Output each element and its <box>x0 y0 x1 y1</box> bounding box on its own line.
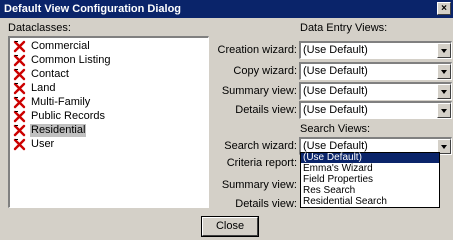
window-close-button[interactable]: × <box>437 2 451 15</box>
creation-wizard-value: (Use Default) <box>303 44 368 56</box>
chevron-down-icon[interactable] <box>437 64 451 79</box>
close-button[interactable]: Close <box>202 217 258 236</box>
red-x-icon <box>13 40 26 53</box>
list-item-label: Land <box>31 82 56 94</box>
list-item-label: Public Records <box>31 110 105 122</box>
red-x-icon <box>13 110 26 123</box>
copy-wizard-value: (Use Default) <box>303 65 368 77</box>
red-x-icon <box>13 68 26 81</box>
chevron-down-icon[interactable] <box>437 103 451 118</box>
search-summary-view-label: Summary view: <box>221 179 297 191</box>
close-icon: × <box>441 3 447 14</box>
creation-wizard-label: Creation wizard: <box>217 44 297 56</box>
list-item-label: Contact <box>31 68 69 80</box>
summary-view-value: (Use Default) <box>303 85 368 97</box>
criteria-report-label: Criteria report: <box>226 157 297 169</box>
dropdown-option[interactable]: Field Properties <box>301 175 439 185</box>
red-x-icon <box>13 82 26 95</box>
data-entry-views-heading: Data Entry Views: <box>300 22 388 34</box>
search-views-heading: Search Views: <box>300 123 371 135</box>
list-item-label: Residential <box>30 124 87 137</box>
list-item-label: Multi-Family <box>31 96 91 108</box>
details-view-value: (Use Default) <box>303 104 368 116</box>
window-title: Default View Configuration Dialog <box>4 3 182 15</box>
red-x-icon <box>13 138 26 151</box>
title-bar: Default View Configuration Dialog × <box>0 0 453 18</box>
summary-view-select[interactable]: (Use Default) <box>299 82 452 100</box>
list-item-label: Commercial <box>31 40 90 52</box>
dropdown-option[interactable]: Res Search <box>301 186 439 196</box>
chevron-down-icon[interactable] <box>437 84 451 99</box>
copy-wizard-select[interactable]: (Use Default) <box>299 62 452 80</box>
red-x-icon <box>13 54 26 67</box>
search-wizard-dropdown[interactable]: (Use Default) Emma's Wizard Field Proper… <box>300 152 440 208</box>
chevron-down-icon[interactable] <box>437 43 451 58</box>
search-wizard-label: Search wizard: <box>224 140 297 152</box>
red-x-icon <box>13 96 26 109</box>
search-details-view-label: Details view: <box>235 198 297 210</box>
list-item-label: User <box>31 138 55 150</box>
details-view-label: Details view: <box>235 104 297 116</box>
dataclasses-list[interactable]: Commercial Common Listing Contact Land M… <box>8 36 209 208</box>
search-wizard-value: (Use Default) <box>303 140 368 152</box>
dropdown-option[interactable]: Emma's Wizard <box>301 164 439 174</box>
dropdown-option[interactable]: (Use Default) <box>301 153 439 163</box>
summary-view-label: Summary view: <box>221 85 297 97</box>
dropdown-option[interactable]: Residential Search <box>301 197 439 207</box>
details-view-select[interactable]: (Use Default) <box>299 101 452 119</box>
copy-wizard-label: Copy wizard: <box>233 65 297 77</box>
dataclasses-label: Dataclasses: <box>8 22 71 34</box>
red-x-icon <box>13 124 26 137</box>
creation-wizard-select[interactable]: (Use Default) <box>299 41 452 59</box>
list-item-label: Common Listing <box>31 54 111 66</box>
